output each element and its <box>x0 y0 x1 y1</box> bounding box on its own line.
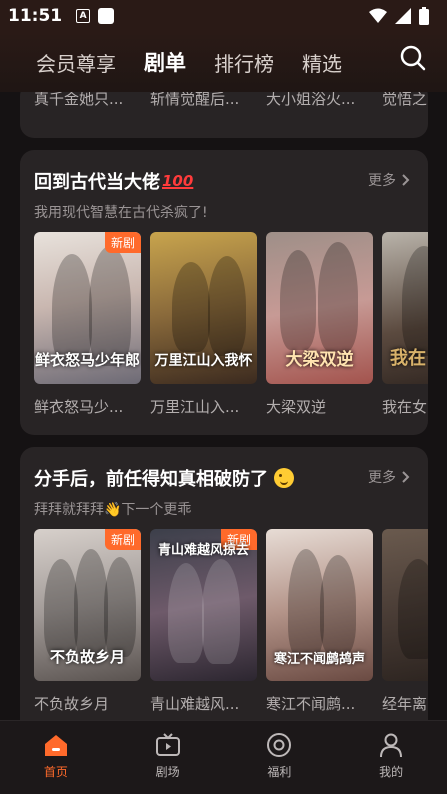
drama-title: 大梁双逆 <box>266 398 327 416</box>
tab-ranking[interactable]: 排行榜 <box>214 48 274 77</box>
welfare-icon <box>267 733 292 757</box>
notification-square-icon <box>98 8 115 24</box>
drama-title[interactable]: 觉悟之 <box>382 92 428 109</box>
tab-featured[interactable]: 精选 <box>302 48 342 77</box>
tab-welfare[interactable]: 福利 <box>224 721 336 794</box>
drama-poster[interactable]: 新剧 鲜衣怒马少年郎 <box>34 232 141 384</box>
status-time: 11:51 <box>8 6 63 26</box>
content-feed[interactable]: 真千金她只... 斩情觉醒后... 大小姐浴火... 觉悟之 回到古代当大佬 1… <box>0 92 447 720</box>
tab-profile[interactable]: 我的 <box>335 721 447 794</box>
signal-icon <box>395 8 411 24</box>
drama-card[interactable]: 寒江不闻鹧鸪声 寒江不闻鹧... <box>266 529 373 714</box>
wink-emoji-icon <box>274 468 294 488</box>
drama-poster[interactable]: 新剧 不负故乡月 <box>34 529 141 681</box>
partial-section-card: 真千金她只... 斩情觉醒后... 大小姐浴火... 觉悟之 <box>20 92 428 138</box>
poster-art-text: 我在 <box>390 348 426 369</box>
drama-poster[interactable]: 新剧 青山难越风掠去 <box>150 529 257 681</box>
drama-card[interactable]: 大梁双逆 大梁双逆 <box>266 232 373 417</box>
drama-title[interactable]: 斩情觉醒后... <box>150 92 266 109</box>
drama-poster[interactable]: 我在 <box>382 232 428 384</box>
tab-label: 首页 <box>43 765 68 779</box>
drama-title: 万里江山入... <box>150 398 240 416</box>
tab-home[interactable]: 首页 <box>0 721 112 794</box>
new-badge: 新剧 <box>104 529 141 550</box>
section-card-breakup: 分手后，前任得知真相破防了 更多 拜拜就拜拜👋下一个更乖 新剧 不负故乡月 不负… <box>20 447 428 720</box>
drama-card[interactable]: 我在 我在女 <box>382 232 428 417</box>
drama-card[interactable]: 新剧 鲜衣怒马少年郎 鲜衣怒马少... <box>34 232 141 417</box>
drama-card[interactable]: 新剧 青山难越风掠去 青山难越风... <box>150 529 257 714</box>
tab-label: 我的 <box>379 765 404 779</box>
drama-title: 经年离 <box>382 695 428 713</box>
status-bar: 11:51 A <box>0 0 447 32</box>
top-nav: 会员尊享 剧单 排行榜 精选 <box>0 32 447 92</box>
poster-art-text: 大梁双逆 <box>285 350 354 370</box>
drama-poster[interactable]: 寒江不闻鹧鸪声 <box>266 529 373 681</box>
chevron-right-icon <box>402 471 410 483</box>
section-title: 回到古代当大佬 100 <box>34 172 194 193</box>
tab-label: 剧场 <box>155 765 180 779</box>
drama-poster[interactable]: 大梁双逆 <box>266 232 373 384</box>
new-badge: 新剧 <box>104 232 141 253</box>
poster-art-text: 万里江山入我怀 <box>154 353 253 369</box>
section-card-ancient: 回到古代当大佬 100 更多 我用现代智慧在古代杀疯了! 新剧 鲜衣怒马少年郎 … <box>20 150 428 435</box>
drama-title: 鲜衣怒马少... <box>34 398 124 416</box>
tab-playlist[interactable]: 剧单 <box>144 47 186 77</box>
more-button[interactable]: 更多 <box>368 170 410 190</box>
poster-art-text: 不负故乡月 <box>49 648 125 666</box>
drama-card[interactable]: 万里江山入我怀 万里江山入... <box>150 232 257 417</box>
notification-a-icon: A <box>76 9 91 23</box>
drama-title: 青山难越风... <box>150 695 240 713</box>
section-title: 分手后，前任得知真相破防了 <box>34 465 414 491</box>
drama-card[interactable]: 经年离 <box>382 529 428 714</box>
poster-art-text: 鲜衣怒马少年郎 <box>34 351 140 369</box>
drama-title: 我在女 <box>382 398 428 416</box>
drama-poster[interactable]: 万里江山入我怀 <box>150 232 257 384</box>
more-button[interactable]: 更多 <box>368 467 410 487</box>
wifi-icon <box>369 8 387 23</box>
home-icon <box>44 735 67 756</box>
drama-title: 不负故乡月 <box>34 695 110 713</box>
drama-poster[interactable] <box>382 529 428 681</box>
tab-label: 福利 <box>267 765 292 779</box>
battery-icon <box>419 7 429 25</box>
drama-title[interactable]: 大小姐浴火... <box>266 92 382 109</box>
section-subtitle: 我用现代智慧在古代杀疯了! <box>34 205 208 221</box>
tab-theater[interactable]: 剧场 <box>112 721 224 794</box>
tab-vip[interactable]: 会员尊享 <box>36 48 116 77</box>
section-subtitle: 拜拜就拜拜👋下一个更乖 <box>34 502 192 518</box>
bottom-tab-bar: 首页 剧场 福利 我的 <box>0 720 447 794</box>
poster-art-text: 寒江不闻鹧鸪声 <box>273 652 365 667</box>
search-icon[interactable] <box>399 44 427 72</box>
hundred-emoji-icon: 100 <box>162 172 194 190</box>
chevron-right-icon <box>402 174 410 186</box>
profile-icon <box>380 733 403 758</box>
poster-art-text: 青山难越风掠去 <box>157 543 249 558</box>
drama-title: 寒江不闻鹧... <box>266 695 356 713</box>
tv-icon <box>155 733 180 756</box>
drama-title[interactable]: 真千金她只... <box>34 92 150 109</box>
drama-card[interactable]: 新剧 不负故乡月 不负故乡月 <box>34 529 141 714</box>
